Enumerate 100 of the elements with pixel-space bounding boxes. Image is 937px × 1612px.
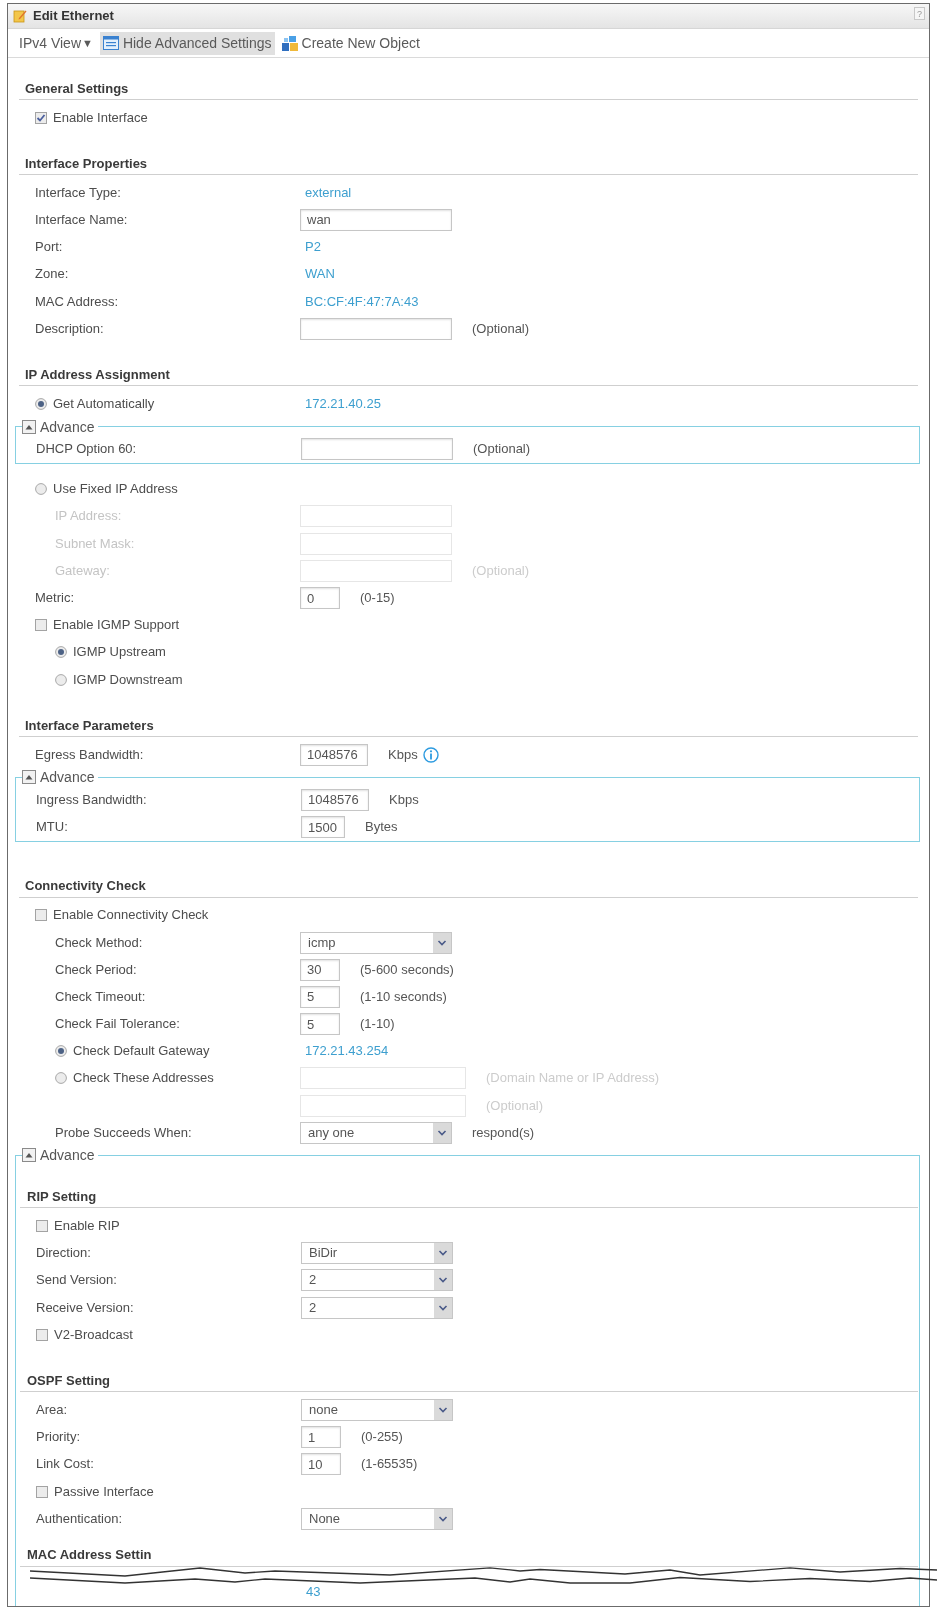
advance-toggle[interactable]: Advance: [22, 417, 95, 436]
section-title: Interface Parameters: [25, 717, 154, 734]
text-field[interactable]: 1500: [301, 816, 345, 839]
field-label: Interface Type:: [35, 184, 121, 201]
hint-text: respond(s): [472, 1124, 535, 1141]
value-text: 172.21.40.25: [304, 395, 381, 412]
toolbar-button[interactable]: Hide Advanced Settings: [99, 31, 275, 55]
radio-label: Get Automatically: [53, 395, 155, 412]
field-label: Probe Succeeds When:: [55, 1124, 192, 1141]
chevron-down-icon: [434, 1243, 452, 1264]
text-field[interactable]: 10: [301, 1453, 341, 1476]
radio-button[interactable]: [55, 1045, 67, 1058]
text-field[interactable]: 5: [300, 985, 340, 1008]
field-label: Area:: [36, 1401, 68, 1418]
field-label: DHCP Option 60:: [36, 441, 137, 458]
text-field[interactable]: 0: [300, 587, 340, 610]
dropdown[interactable]: any one: [300, 1121, 452, 1144]
radio-button[interactable]: [55, 646, 67, 659]
field-label: Metric:: [35, 590, 74, 607]
dropdown[interactable]: none: [301, 1398, 453, 1421]
field-label: Egress Bandwidth:: [35, 746, 144, 763]
value-text: external: [304, 184, 352, 201]
dropdown[interactable]: icmp: [300, 931, 452, 954]
hint-text: (1-65535): [361, 1456, 418, 1473]
text-field[interactable]: [301, 438, 453, 461]
checkbox-label: Enable Interface: [53, 109, 148, 126]
radio-label: Check Default Gateway: [73, 1043, 210, 1060]
chevron-down-icon: [434, 1399, 452, 1420]
field-label: Check Method:: [55, 934, 143, 951]
radio-label: IGMP Downstream: [73, 671, 183, 688]
field-label: Interface Name:: [35, 211, 128, 228]
hint-text: (0-255): [361, 1429, 403, 1446]
field-label: Zone:: [35, 266, 69, 283]
text-field[interactable]: 1: [301, 1426, 341, 1449]
checkbox[interactable]: [36, 1485, 48, 1498]
field-label: Send Version:: [36, 1272, 117, 1289]
checkbox-label: Enable Connectivity Check: [53, 907, 209, 924]
checkbox[interactable]: [35, 619, 47, 632]
field-label: Check Timeout:: [55, 988, 146, 1005]
hint-text: Bytes: [365, 819, 398, 836]
field-label: Description:: [35, 320, 104, 337]
field-label: Subnet Mask:: [55, 535, 135, 552]
info-icon[interactable]: [422, 746, 439, 763]
value-text: WAN: [304, 266, 335, 283]
view-menu[interactable]: IPv4 View▼: [16, 31, 96, 55]
dropdown[interactable]: BiDir: [301, 1242, 453, 1265]
section-title: RIP Setting: [27, 1188, 97, 1205]
text-field[interactable]: 30: [300, 958, 340, 981]
field-label: Gateway:: [55, 562, 110, 579]
chevron-down-icon: [434, 1297, 452, 1318]
checkbox[interactable]: [36, 1328, 48, 1341]
text-field[interactable]: 1048576: [300, 743, 368, 766]
hint-text: (5-600 seconds): [360, 961, 454, 978]
dropdown[interactable]: 2: [301, 1269, 453, 1292]
hint-text: (1-10): [360, 1016, 395, 1033]
value-text: 43: [305, 1584, 321, 1601]
field-label: Check Fail Tolerance:: [55, 1016, 180, 1033]
checkbox-label: Enable IGMP Support: [53, 617, 180, 634]
dropdown[interactable]: 2: [301, 1296, 453, 1319]
value-text: P2: [304, 239, 321, 256]
section-title: General Settings: [25, 80, 129, 97]
field-label: Link Cost:: [36, 1456, 94, 1473]
chevron-down-icon: [433, 932, 451, 953]
checkbox[interactable]: [35, 111, 47, 124]
section-title: Interface Properties: [25, 155, 148, 172]
radio-label: IGMP Upstream: [73, 644, 166, 661]
field-label: MAC Address:: [35, 293, 119, 310]
section-title: Connectivity Check: [25, 878, 146, 895]
hint-text: (Optional): [473, 441, 531, 458]
chevron-down-icon: [433, 1122, 451, 1143]
radio-button[interactable]: [55, 1072, 67, 1085]
toolbar-button[interactable]: Create New Object: [278, 31, 423, 55]
radio-button[interactable]: [35, 483, 47, 496]
field-label: Direction:: [36, 1245, 91, 1262]
text-field[interactable]: wan: [300, 208, 452, 231]
field-label: Port:: [35, 239, 63, 256]
dropdown[interactable]: None: [301, 1507, 453, 1530]
hint-text: (1-10 seconds): [360, 988, 447, 1005]
text-field[interactable]: 1048576: [301, 788, 369, 811]
chevron-down-icon: [434, 1270, 452, 1291]
objects-icon: [281, 35, 298, 51]
text-field[interactable]: [300, 317, 452, 340]
chevron-down-icon: [434, 1508, 452, 1529]
field-label: MTU:: [36, 819, 68, 836]
collapse-icon: [22, 419, 36, 434]
advance-toggle[interactable]: Advance: [22, 1146, 95, 1165]
section-title: OSPF Setting: [27, 1372, 111, 1389]
radio-button[interactable]: [35, 397, 47, 410]
checkbox-label: V2-Broadcast: [54, 1326, 133, 1343]
window-icon: [102, 36, 119, 50]
field-label: Check Period:: [55, 961, 137, 978]
value-text: 172.21.43.254: [304, 1043, 389, 1060]
collapse-icon: [22, 1148, 36, 1163]
text-field[interactable]: 5: [300, 1013, 340, 1036]
radio-label: Use Fixed IP Address: [53, 481, 178, 498]
checkbox[interactable]: [36, 1220, 48, 1233]
checkbox[interactable]: [35, 909, 47, 922]
collapse-icon: [22, 770, 36, 785]
radio-button[interactable]: [55, 673, 67, 686]
advance-toggle[interactable]: Advance: [22, 768, 95, 787]
